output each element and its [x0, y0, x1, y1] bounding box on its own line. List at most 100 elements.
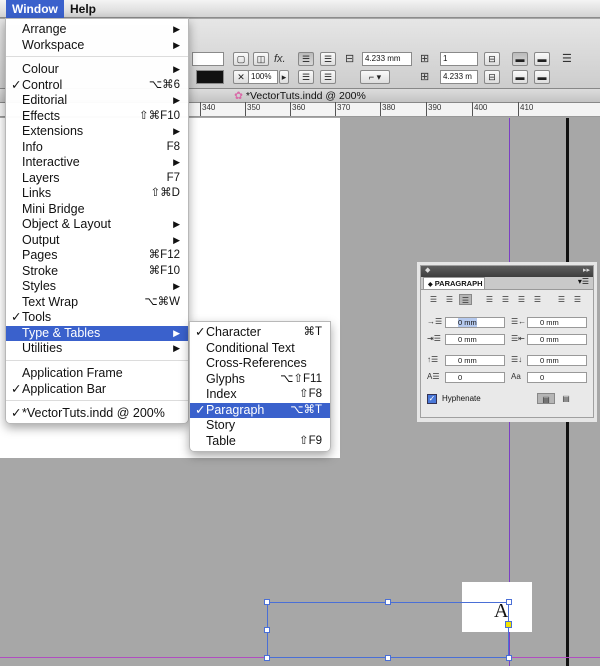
text-out-port[interactable] [505, 621, 512, 628]
menu-item-stroke[interactable]: Stroke ⌘F10 [6, 264, 188, 280]
space-after-icon: ☰↓ [511, 355, 523, 364]
menu-item-application-frame[interactable]: Application Frame [6, 366, 188, 382]
justify-button[interactable]: ☰ [320, 70, 336, 84]
frame-handle-ml[interactable] [264, 627, 270, 633]
menu-item-tools[interactable]: ✓ Tools [6, 310, 188, 326]
menu-item-interactive[interactable]: Interactive ▶ [6, 155, 188, 171]
menu-item-output[interactable]: Output ▶ [6, 233, 188, 249]
menu-item-mini-bridge[interactable]: Mini Bridge [6, 202, 188, 218]
menu-item-styles[interactable]: Styles ▶ [6, 279, 188, 295]
menu-item-colour[interactable]: Colour ▶ [6, 62, 188, 78]
drop-cap-lines-field[interactable]: 0 [445, 372, 505, 383]
submenu-item-glyphs[interactable]: Glyphs ⌥⇧F11 [190, 372, 330, 388]
ruler-label: 350 [247, 103, 261, 112]
align-top-button[interactable]: ☰ [298, 52, 314, 66]
last-line-indent-field[interactable]: 0 mm [527, 334, 587, 345]
vert-bottom-button[interactable]: ▬ [512, 70, 528, 84]
vert-top-button[interactable]: ▬ [512, 52, 528, 66]
justify-right-button[interactable]: ☰ [515, 294, 528, 305]
submenu-item-index[interactable]: Index ⇧F8 [190, 387, 330, 403]
menu-item-control[interactable]: ✓ Control ⌥⌘6 [6, 78, 188, 94]
vert-justify-button[interactable]: ▬ [534, 70, 550, 84]
align-bottom-button[interactable]: ☰ [298, 70, 314, 84]
menu-item-extensions[interactable]: Extensions ▶ [6, 124, 188, 140]
menu-item-open-document[interactable]: ✓ *VectorTuts.indd @ 200% [6, 406, 188, 422]
frame-handle-bl[interactable] [264, 655, 270, 661]
grid-left-icon[interactable]: ⊟ [484, 52, 500, 66]
panel-options-icon[interactable]: ▾☰ [578, 277, 589, 286]
spacing-bottom-field[interactable]: 4.233 m [440, 70, 478, 84]
menu-item-text-wrap[interactable]: Text Wrap ⌥⌘W [6, 295, 188, 311]
close-panel-icon[interactable]: ▸▸ [583, 266, 590, 274]
zoom-field[interactable]: 100% [248, 70, 278, 84]
frame-handle-tm[interactable] [385, 599, 391, 605]
align-center-button[interactable]: ☰ [320, 52, 336, 66]
panel-title-bar[interactable]: ◆ ▸▸ [421, 266, 593, 277]
space-after-field[interactable]: 0 mm [527, 355, 587, 366]
gutter-icon: ⊞ [420, 71, 430, 83]
hyphenate-checkbox[interactable]: ✓ [427, 394, 437, 404]
menu-item-object-layout[interactable]: Object & Layout ▶ [6, 217, 188, 233]
align-left-button[interactable]: ☰ [427, 294, 440, 305]
menu-item-editorial[interactable]: Editorial ▶ [6, 93, 188, 109]
proportion-icon[interactable]: ✕ [233, 70, 249, 84]
submenu-item-story[interactable]: Story [190, 418, 330, 434]
drop-cap-chars-field[interactable]: 0 [527, 372, 587, 383]
frame-fitting-icon[interactable]: ▢ [233, 52, 249, 66]
justify-left-button[interactable]: ☰ [483, 294, 496, 305]
panel-menu-icon[interactable]: ☰ [562, 52, 572, 66]
shadow-icon[interactable]: ◫ [253, 52, 269, 66]
left-indent-field[interactable]: 0 mm [445, 317, 505, 328]
frame-handle-tr[interactable] [506, 599, 512, 605]
menu-item-arrange[interactable]: Arrange ▶ [6, 22, 188, 38]
justify-center-button[interactable]: ☰ [499, 294, 512, 305]
type-tables-submenu: ✓ Character ⌘T Conditional Text Cross-Refe… [189, 321, 331, 452]
menu-item-info[interactable]: Info F8 [6, 140, 188, 156]
drop-cap-lines-icon: A☰ [427, 372, 440, 381]
menu-item-type-tables[interactable]: Type & Tables ▶ [6, 325, 188, 341]
align-away-spine-button[interactable]: ☰ [571, 294, 584, 305]
menu-item-effects[interactable]: Effects ⇧⌘F10 [6, 109, 188, 125]
menu-item-links[interactable]: Links ⇧⌘D [6, 186, 188, 202]
span-columns-button[interactable]: ▤ [557, 393, 575, 404]
vert-center-button[interactable]: ▬ [534, 52, 550, 66]
stroke-swatch[interactable] [196, 70, 224, 84]
menu-item-workspace[interactable]: Workspace ▶ [6, 38, 188, 54]
submenu-item-character[interactable]: ✓ Character ⌘T [190, 325, 330, 341]
submenu-item-table[interactable]: Table ⇧F9 [190, 434, 330, 450]
submenu-item-cross-references[interactable]: Cross-References [190, 356, 330, 372]
selected-text-frame[interactable] [264, 599, 512, 661]
align-right-button[interactable]: ☰ [459, 294, 472, 305]
frame-handle-br[interactable] [506, 655, 512, 661]
justify-all-button[interactable]: ☰ [531, 294, 544, 305]
fx-icon[interactable]: fx. [274, 52, 286, 66]
zoom-stepper[interactable]: ▸ [279, 70, 289, 84]
menu-item-pages[interactable]: Pages ⌘F12 [6, 248, 188, 264]
first-line-indent-icon: ⇥☰ [427, 334, 441, 343]
frame-handle-tl[interactable] [264, 599, 270, 605]
last-line-indent-icon: ☰⇤ [511, 334, 525, 343]
grid-right-icon[interactable]: ⊟ [484, 70, 500, 84]
balance-columns-button[interactable]: ▤ [537, 393, 555, 404]
menu-item-application-bar[interactable]: ✓ Application Bar [6, 382, 188, 398]
menu-item-layers[interactable]: Layers F7 [6, 171, 188, 187]
frame-handle-bm[interactable] [385, 655, 391, 661]
space-before-field[interactable]: 0 mm [445, 355, 505, 366]
paragraph-tab[interactable]: ◆ PARAGRAPH [423, 277, 485, 289]
menu-help[interactable]: Help [64, 0, 102, 18]
space-before-icon: ↑☰ [427, 355, 439, 364]
wrap-dropdown[interactable]: ⌐ ▾ [360, 70, 390, 84]
fill-swatch-field[interactable] [192, 52, 224, 66]
align-spine-button[interactable]: ☰ [555, 294, 568, 305]
menu-window[interactable]: Window [6, 0, 64, 18]
right-indent-field[interactable]: 0 mm [527, 317, 587, 328]
align-center-button[interactable]: ☰ [443, 294, 456, 305]
spacing-top-field[interactable]: 4.233 mm [362, 52, 412, 66]
menu-item-utilities[interactable]: Utilities ▶ [6, 341, 188, 357]
first-line-indent-field[interactable]: 0 mm [445, 334, 505, 345]
submenu-item-conditional-text[interactable]: Conditional Text [190, 341, 330, 357]
submenu-item-paragraph[interactable]: ✓ Paragraph ⌥⌘T [190, 402, 330, 418]
columns-field[interactable]: 1 [440, 52, 478, 66]
collapse-icon[interactable]: ◆ [425, 266, 430, 274]
submenu-arrow-icon: ▶ [173, 64, 180, 74]
